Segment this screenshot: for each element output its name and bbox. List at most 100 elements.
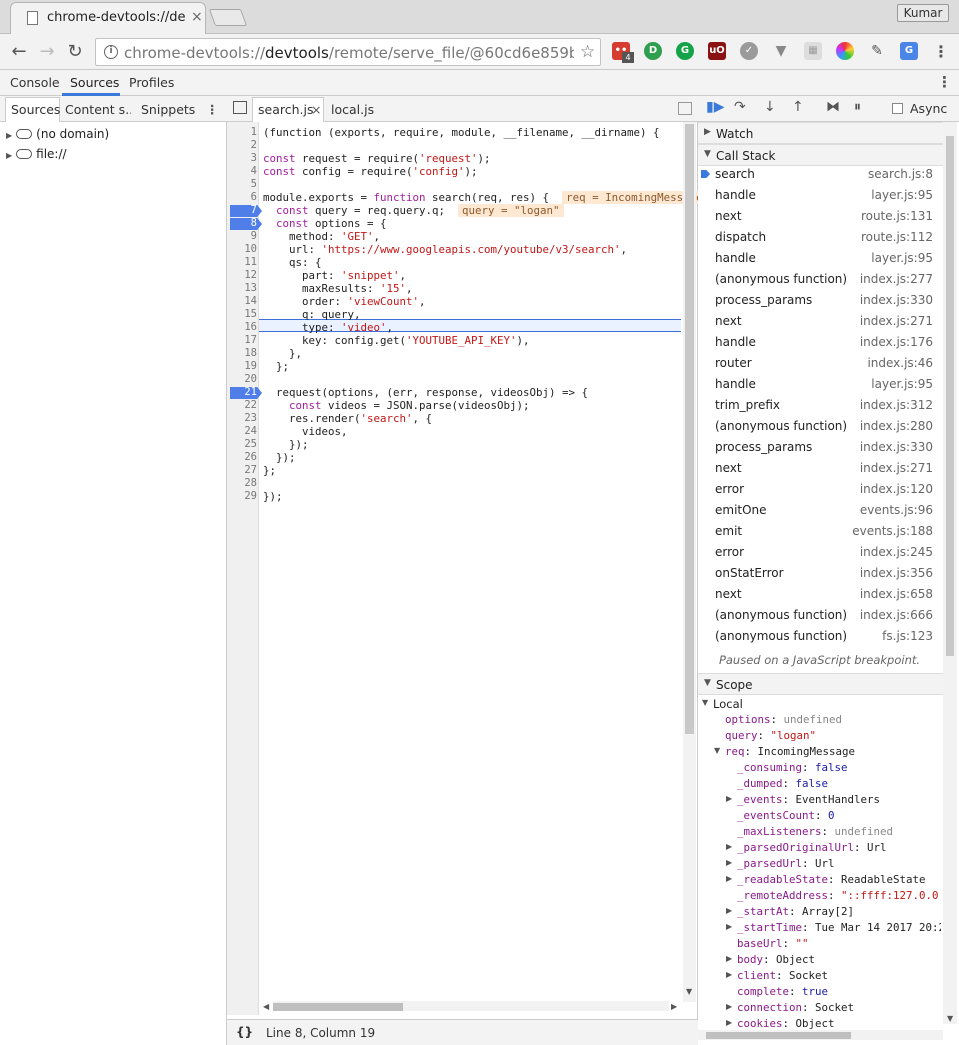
call-frame[interactable]: (anonymous function) index.js:277 (698, 269, 941, 290)
code-line-3[interactable]: const request = require('request'); (263, 152, 491, 165)
code-line-9[interactable]: method: 'GET', (263, 230, 380, 243)
call-frame[interactable]: error index.js:120 (698, 479, 941, 500)
code-line-8[interactable]: const options = { (263, 217, 387, 230)
sidebar-horizontal-scroll-thumb[interactable] (706, 1032, 851, 1039)
expand-arrow-icon[interactable]: ▶ (6, 131, 12, 140)
call-frame-location[interactable]: index.js:277 (860, 272, 933, 286)
call-frame-location[interactable]: index.js:120 (860, 482, 933, 496)
browser-menu-icon[interactable]: ⋮ (933, 42, 949, 61)
scope-variable[interactable]: _remoteAddress: "::ffff:127.0.0.1" (737, 889, 941, 902)
step-out-icon[interactable]: ↑ (792, 99, 804, 115)
nav-tab-content-scripts[interactable]: Content s... (65, 102, 131, 117)
call-frame-location[interactable]: layer.js:95 (871, 251, 933, 265)
scroll-right-arrow-icon[interactable]: ▶ (671, 1002, 677, 1011)
code-line-1[interactable]: (function (exports, require, module, __f… (263, 126, 660, 139)
line-number[interactable]: 24 (227, 425, 257, 437)
call-frame[interactable]: process_params index.js:330 (698, 290, 941, 311)
line-number[interactable]: 10 (227, 243, 257, 255)
scope-variable[interactable]: req: IncomingMessage (725, 745, 855, 758)
ublock-icon[interactable]: uO (708, 42, 726, 60)
forward-arrow-icon[interactable]: → (35, 40, 59, 64)
code-line-17[interactable]: key: config.get('YOUTUBE_API_KEY'), (263, 334, 530, 347)
resume-icon[interactable]: ▮▶ (706, 99, 724, 115)
line-number[interactable]: 1 (227, 126, 257, 138)
call-frame[interactable]: process_params index.js:330 (698, 437, 941, 458)
extension-v-icon[interactable]: ▼ (772, 42, 790, 60)
call-frame-location[interactable]: index.js:271 (860, 461, 933, 475)
call-frame-location[interactable]: search.js:8 (868, 167, 933, 181)
code-line-22[interactable]: const videos = JSON.parse(videosObj); (263, 399, 530, 412)
line-number[interactable]: 18 (227, 347, 257, 359)
scope-variable[interactable]: _maxListeners: undefined (737, 825, 893, 838)
call-frame[interactable]: trim_prefix index.js:312 (698, 395, 941, 416)
call-frame[interactable]: router index.js:46 (698, 353, 941, 374)
call-frame[interactable]: next index.js:658 (698, 584, 941, 605)
expand-arrow-icon[interactable]: ▼ (704, 149, 711, 159)
tree-item-file[interactable]: ▶ file:// (6, 147, 67, 161)
line-number[interactable]: 4 (227, 165, 257, 177)
line-number[interactable]: 11 (227, 256, 257, 268)
scope-variable[interactable]: complete: true (737, 985, 828, 998)
async-checkbox[interactable] (892, 103, 903, 114)
expand-arrow-icon[interactable]: ▼ (714, 746, 720, 755)
scope-variable[interactable]: _startTime: Tue Mar 14 2017 20:24 (737, 921, 941, 934)
info-icon[interactable]: i (104, 45, 118, 59)
scope-section-header[interactable]: ▼ Scope (698, 673, 943, 695)
call-frame[interactable]: handle index.js:176 (698, 332, 941, 353)
call-frame-location[interactable]: route.js:131 (861, 209, 933, 223)
step-over-icon[interactable]: ↷ (734, 99, 746, 115)
pretty-print-icon[interactable]: {} (236, 1025, 253, 1039)
line-number[interactable]: 14 (227, 295, 257, 307)
translate-icon[interactable]: G (900, 42, 918, 60)
call-frame-location[interactable]: index.js:356 (860, 566, 933, 580)
profile-button[interactable]: Kumar (897, 4, 949, 22)
tab-sources[interactable]: Sources (70, 75, 119, 90)
call-frame[interactable]: (anonymous function) index.js:280 (698, 416, 941, 437)
extension-grid-icon[interactable]: ▦ (804, 42, 822, 60)
code-line-24[interactable]: videos, (263, 425, 348, 438)
call-frame[interactable]: emit events.js:188 (698, 521, 941, 542)
call-frame[interactable]: next index.js:271 (698, 458, 941, 479)
line-number[interactable]: 2 (227, 139, 257, 151)
call-frame[interactable]: search search.js:8 (698, 164, 941, 185)
line-number[interactable]: 29 (227, 490, 257, 502)
scope-variable[interactable]: query: "logan" (725, 729, 816, 742)
expand-arrow-icon[interactable]: ▶ (726, 954, 732, 963)
pause-on-exceptions-icon[interactable]: ⏸ (854, 99, 861, 115)
scroll-down-arrow-icon[interactable]: ▼ (686, 987, 692, 996)
toggle-navigator-icon[interactable] (233, 101, 247, 114)
call-frame-location[interactable]: events.js:96 (860, 503, 933, 517)
color-picker-icon[interactable] (836, 42, 854, 60)
code-line-15[interactable]: q: query, (263, 308, 361, 321)
expand-arrow-icon[interactable]: ▶ (726, 1002, 732, 1011)
expand-arrow-icon[interactable]: ▶ (726, 842, 732, 851)
line-number[interactable]: 17 (227, 334, 257, 346)
line-number[interactable]: 25 (227, 438, 257, 450)
scope-variable[interactable]: options: undefined (725, 713, 842, 726)
scope-variable[interactable]: client: Socket (737, 969, 828, 982)
scope-variable[interactable]: _parsedUrl: Url (737, 857, 835, 870)
call-frame-location[interactable]: index.js:271 (860, 314, 933, 328)
tree-item-no-domain[interactable]: ▶ (no domain) (6, 127, 109, 141)
devtools-menu-icon[interactable]: ⋮ (937, 73, 952, 91)
call-frame-location[interactable]: fs.js:123 (882, 629, 933, 643)
call-frame[interactable]: error index.js:245 (698, 542, 941, 563)
line-number[interactable]: 22 (227, 399, 257, 411)
nav-tab-sources[interactable]: Sources (11, 102, 60, 117)
code-line-25[interactable]: }); (263, 438, 309, 451)
call-frame[interactable]: handle layer.js:95 (698, 185, 941, 206)
back-arrow-icon[interactable]: ← (7, 40, 31, 64)
call-frame[interactable]: onStatError index.js:356 (698, 563, 941, 584)
scope-variable[interactable]: _events: EventHandlers (737, 793, 880, 806)
expand-arrow-icon[interactable]: ▶ (6, 151, 12, 160)
scope-variable[interactable]: cookies: Object (737, 1017, 835, 1030)
call-frame-location[interactable]: index.js:280 (860, 419, 933, 433)
call-frame[interactable]: next route.js:131 (698, 206, 941, 227)
line-number[interactable]: 21 (227, 386, 257, 398)
toggle-debugger-icon[interactable] (678, 102, 692, 115)
scope-variable[interactable]: _eventsCount: 0 (737, 809, 835, 822)
scope-variable[interactable]: baseUrl: "" (737, 937, 809, 950)
scroll-down-arrow-icon[interactable]: ▼ (947, 1014, 953, 1023)
call-frame-location[interactable]: index.js:666 (860, 608, 933, 622)
call-frame-location[interactable]: index.js:658 (860, 587, 933, 601)
